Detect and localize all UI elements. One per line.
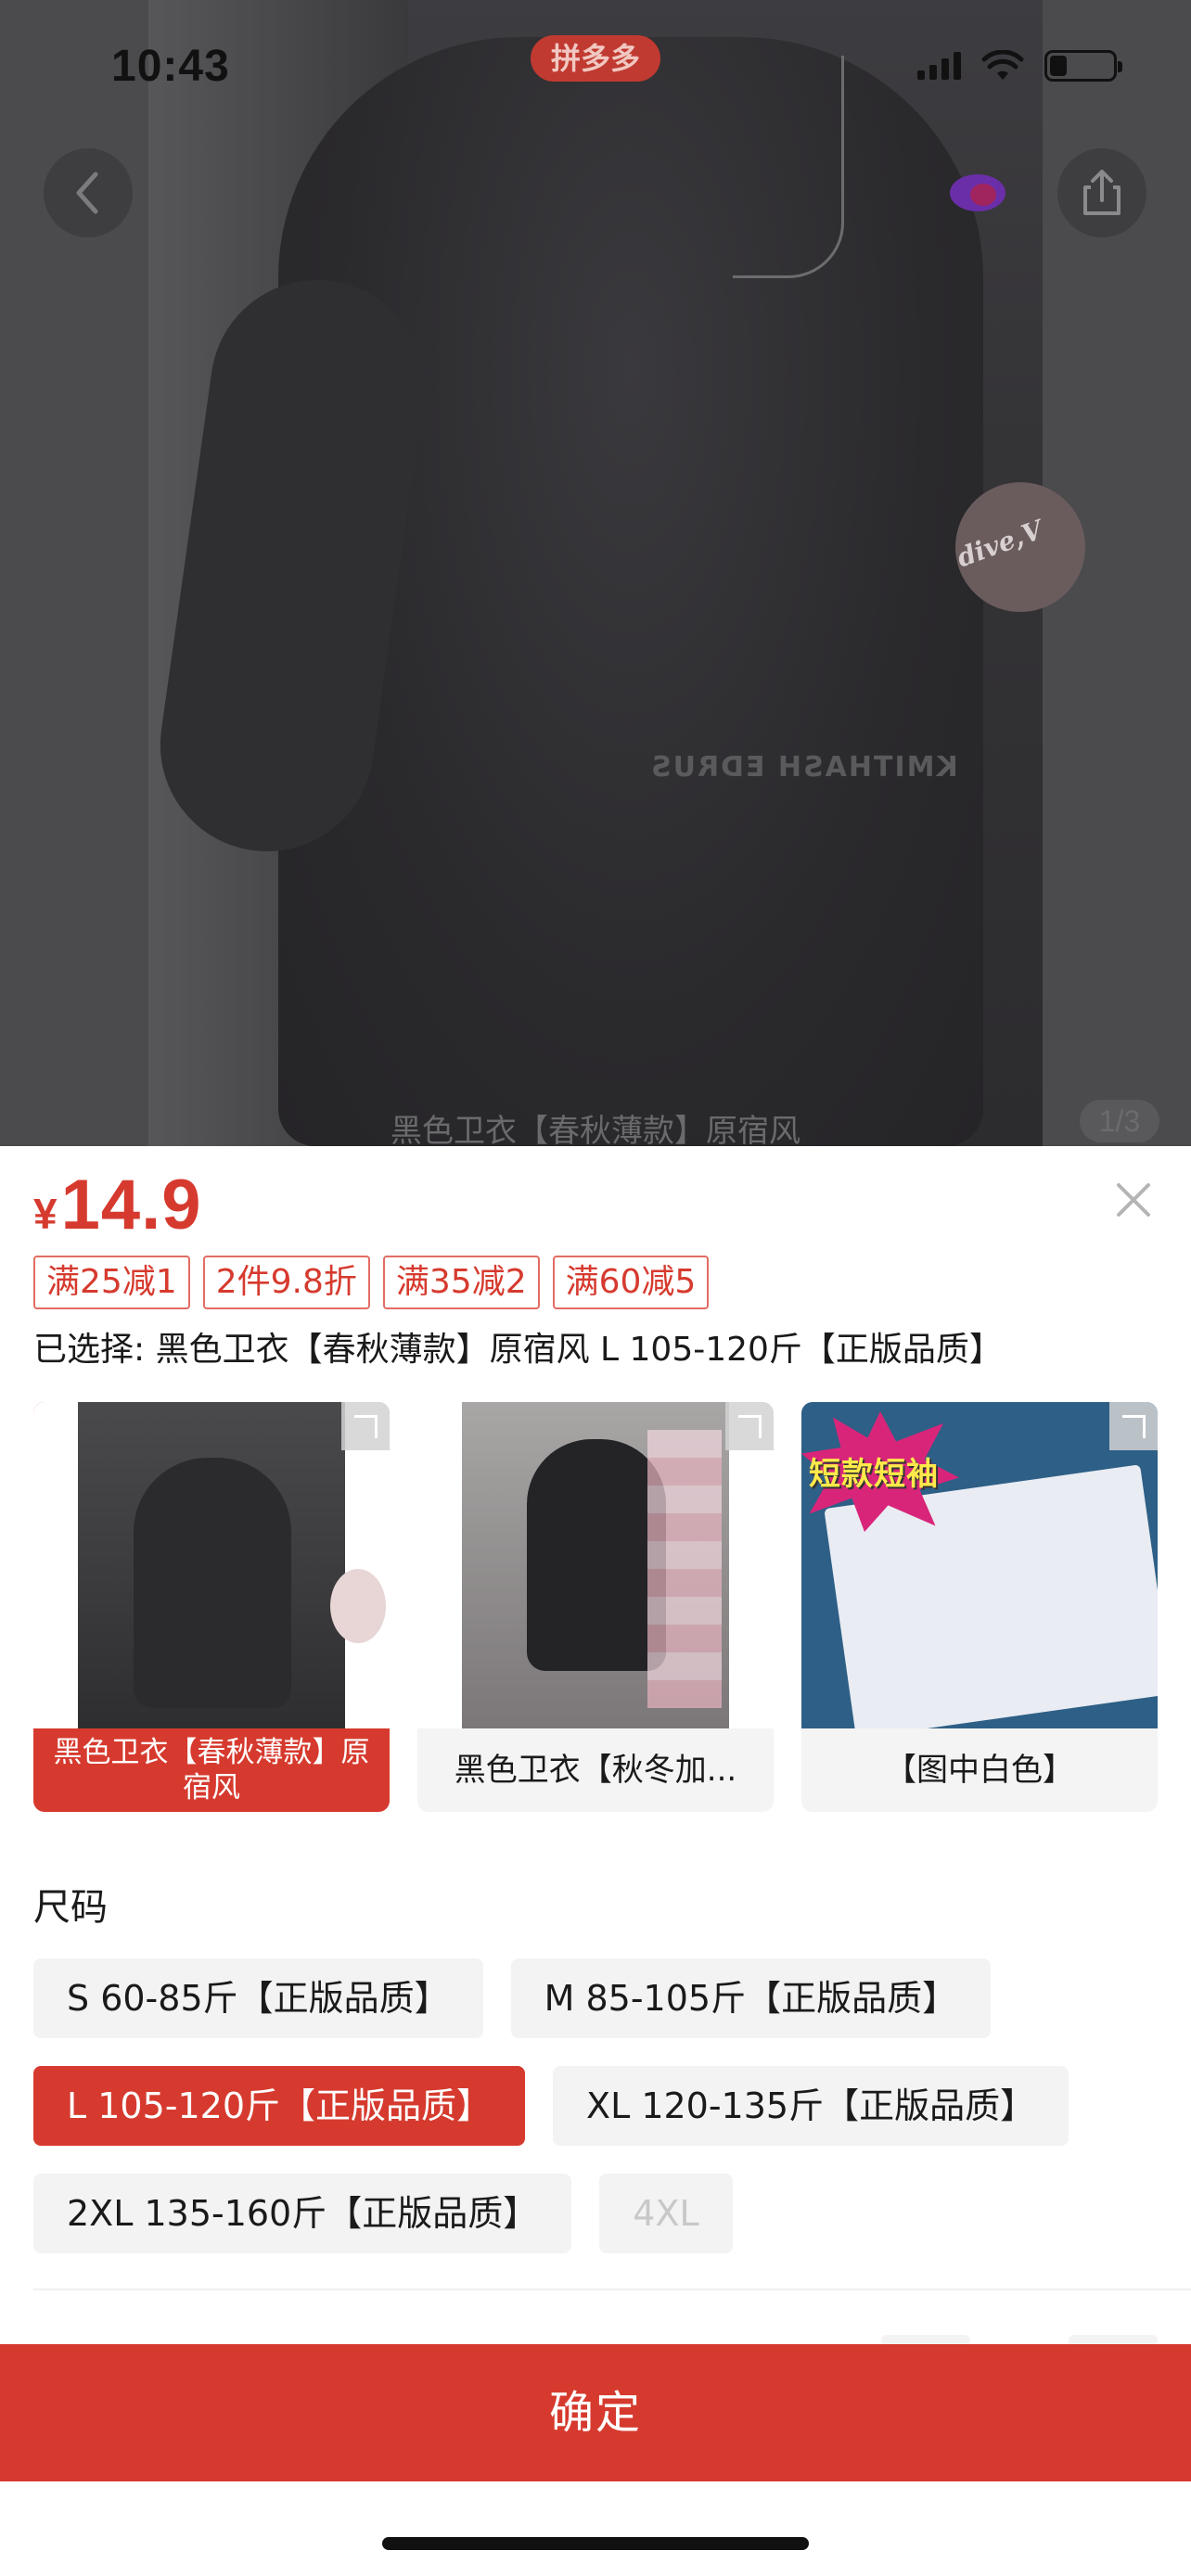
size-option-4xl: 4XL <box>599 2174 733 2253</box>
signal-icon <box>917 52 961 80</box>
brand-badge: 拼多多 <box>531 35 660 82</box>
selected-summary: 已选择: 黑色卫衣【春秋薄款】原宿风 L 105-120斤【正版品质】 <box>33 1331 1003 1369</box>
variant-thumbnail <box>417 1402 774 1728</box>
variant-label: 黑色卫衣【春秋薄款】原宿风 <box>53 1736 370 1804</box>
coupon-tag: 满25减1 <box>33 1256 190 1309</box>
confirm-button[interactable]: 确定 <box>0 2344 1191 2481</box>
variant-option-black-spring[interactable]: 黑色卫衣【春秋薄款】原宿风 <box>33 1402 390 1812</box>
size-option-2xl[interactable]: 2XL 135-160斤【正版品质】 <box>33 2174 572 2253</box>
status-time: 10:43 <box>111 42 230 91</box>
back-button[interactable] <box>44 148 133 237</box>
home-indicator <box>382 2537 809 2550</box>
battery-icon <box>1044 50 1122 82</box>
product-hero-image[interactable]: dive,V KMITHASH EDRUS 黑色卫衣【春秋薄款】原宿风 1/3 … <box>0 0 1191 1146</box>
sku-selector-sheet: ¥ 14.9 满25减1 2件9.8折 满35减2 满60减5 已选择: 黑色卫… <box>0 1146 1191 2576</box>
promo-burst-text: 短款短袖 <box>809 1456 939 1493</box>
chevron-left-icon <box>76 172 98 214</box>
color-variant-list: 黑色卫衣【春秋薄款】原宿风 黑色卫衣【秋冬加... 短款短袖 【图中白色】 <box>33 1402 1158 1812</box>
image-counter: 1/3 <box>1080 1100 1159 1142</box>
size-section-title: 尺码 <box>33 1886 108 1929</box>
size-option-s[interactable]: S 60-85斤【正版品质】 <box>33 1958 483 2038</box>
share-button[interactable] <box>1057 148 1146 237</box>
expand-icon[interactable] <box>341 1402 390 1450</box>
share-icon <box>1083 170 1121 215</box>
coupon-tag: 满60减5 <box>552 1256 710 1309</box>
expand-icon[interactable] <box>725 1402 774 1450</box>
expand-icon[interactable] <box>1109 1402 1158 1450</box>
favorite-icon[interactable] <box>946 172 1009 213</box>
coupon-tag: 2件9.8折 <box>202 1256 370 1309</box>
size-option-m[interactable]: M 85-105斤【正版品质】 <box>510 1958 992 2038</box>
hero-caption: 黑色卫衣【春秋薄款】原宿风 <box>391 1113 800 1146</box>
divider <box>33 2289 1191 2290</box>
close-icon[interactable] <box>1109 1176 1158 1224</box>
variant-thumbnail: 短款短袖 <box>801 1402 1158 1728</box>
size-option-list: S 60-85斤【正版品质】 M 85-105斤【正版品质】 L 105-120… <box>33 1958 1174 2281</box>
wifi-icon <box>981 50 1024 80</box>
size-option-xl[interactable]: XL 120-135斤【正版品质】 <box>553 2066 1069 2146</box>
coupon-tag: 满35减2 <box>382 1256 540 1309</box>
variant-label: 【图中白色】 <box>885 1752 1074 1789</box>
price-value: 14.9 <box>60 1166 202 1244</box>
status-icons <box>917 50 1122 82</box>
hero-necklace <box>733 56 844 278</box>
hero-print-text: KMITHASH EDRUS <box>649 751 958 784</box>
currency-symbol: ¥ <box>33 1190 58 1238</box>
size-option-l[interactable]: L 105-120斤【正版品质】 <box>33 2066 526 2146</box>
variant-option-white[interactable]: 短款短袖 【图中白色】 <box>801 1402 1158 1812</box>
variant-label: 黑色卫衣【秋冬加... <box>454 1752 737 1789</box>
price: ¥ 14.9 <box>33 1165 202 1245</box>
variant-thumbnail <box>33 1402 390 1728</box>
coupon-list: 满25减1 2件9.8折 满35减2 满60减5 <box>33 1256 710 1309</box>
variant-option-black-winter[interactable]: 黑色卫衣【秋冬加... <box>417 1402 774 1812</box>
